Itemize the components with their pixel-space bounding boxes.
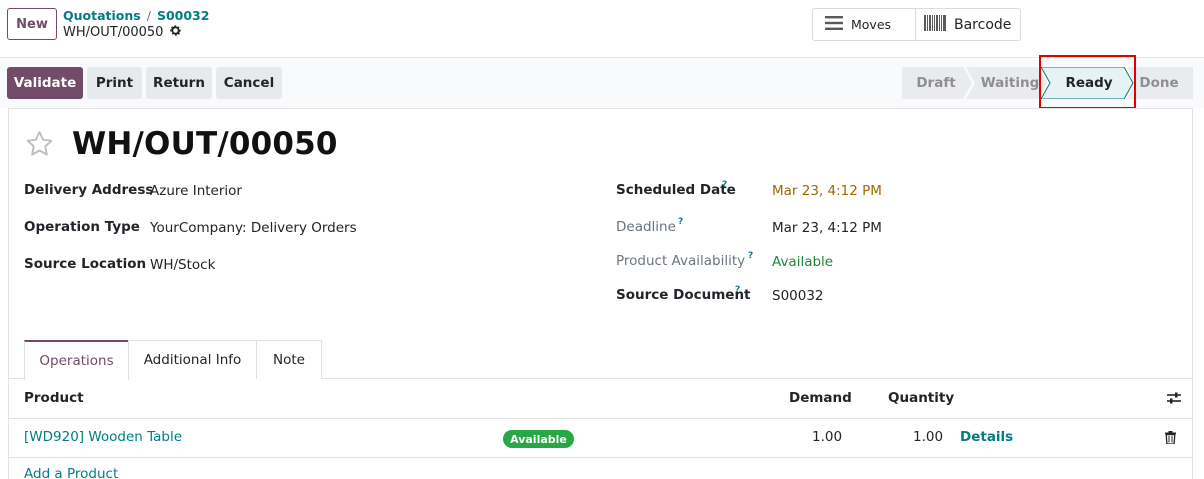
return-button[interactable]: Return	[146, 67, 212, 99]
star-icon[interactable]	[24, 129, 55, 163]
breadcrumb: Quotations / S00032	[63, 8, 209, 23]
tab-note[interactable]: Note	[256, 340, 322, 379]
add-product-link[interactable]: Add a Product	[24, 466, 118, 479]
hamburger-icon	[825, 16, 843, 33]
source-location-field[interactable]: WH/Stock	[150, 257, 215, 273]
tab-operations[interactable]: Operations	[24, 340, 129, 380]
column-product[interactable]: Product	[24, 390, 84, 406]
breadcrumb-separator: /	[146, 8, 151, 23]
source-document-field[interactable]: S00032	[772, 288, 824, 304]
trash-icon[interactable]	[1165, 431, 1176, 448]
operation-type-label: Operation Type	[24, 219, 140, 235]
scheduled-date-label: Scheduled Date	[616, 182, 736, 198]
breadcrumb-sale-order[interactable]: S00032	[157, 8, 210, 23]
status-badge: Available	[503, 430, 574, 448]
record-title: WH/OUT/00050	[72, 126, 338, 162]
deadline-tooltip[interactable]: ?	[678, 217, 683, 227]
moves-label: Moves	[851, 17, 892, 32]
scheduled-date-field[interactable]: Mar 23, 4:12 PM	[772, 183, 882, 199]
stage-waiting[interactable]: Waiting	[975, 67, 1045, 99]
tab-additional-info[interactable]: Additional Info	[128, 340, 257, 379]
product-availability-label: Product Availability	[616, 253, 746, 269]
delivery-address-label: Delivery Address	[24, 182, 154, 198]
delivery-address-field[interactable]: Azure Interior	[150, 183, 242, 199]
print-button[interactable]: Print	[87, 67, 142, 99]
barcode-icon	[924, 14, 946, 35]
quantity-cell[interactable]: 1.00	[913, 429, 943, 445]
optional-columns-icon[interactable]	[1166, 391, 1182, 409]
form-sheet	[8, 108, 1193, 479]
cancel-button[interactable]: Cancel	[216, 67, 282, 99]
scheduled-date-tooltip[interactable]: ?	[722, 180, 727, 190]
stage-draft[interactable]: Draft	[906, 67, 966, 99]
control-panel: New Quotations / S00032 WH/OUT/00050 Mov…	[0, 0, 1204, 58]
gear-icon[interactable]	[169, 24, 182, 41]
moves-smart-button[interactable]: Moves	[812, 8, 916, 41]
deadline-field[interactable]: Mar 23, 4:12 PM	[772, 220, 882, 236]
deadline-label: Deadline	[616, 219, 676, 235]
column-quantity[interactable]: Quantity	[888, 390, 954, 406]
table-row-divider	[8, 457, 1193, 458]
source-document-tooltip[interactable]: ?	[735, 285, 740, 295]
product-availability-value: Available	[772, 254, 834, 270]
product-cell[interactable]: [WD920] Wooden Table	[24, 429, 182, 445]
demand-cell[interactable]: 1.00	[812, 429, 842, 445]
validate-button[interactable]: Validate	[7, 67, 83, 99]
source-location-label: Source Location	[24, 256, 147, 272]
ready-highlight-box	[1039, 55, 1136, 109]
breadcrumb-current: WH/OUT/00050	[63, 24, 182, 41]
breadcrumb-quotations[interactable]: Quotations	[63, 8, 141, 23]
operation-type-field[interactable]: YourCompany: Delivery Orders	[150, 220, 357, 236]
details-button[interactable]: Details	[960, 429, 1013, 445]
breadcrumb-record: WH/OUT/00050	[63, 25, 164, 40]
column-demand[interactable]: Demand	[789, 390, 852, 406]
product-availability-tooltip[interactable]: ?	[748, 251, 753, 261]
barcode-label: Barcode	[954, 16, 1012, 33]
stage-done[interactable]: Done	[1134, 67, 1184, 99]
barcode-smart-button[interactable]: Barcode	[915, 8, 1021, 41]
table-header-divider	[8, 418, 1193, 419]
new-button[interactable]: New	[7, 8, 57, 40]
source-document-label: Source Document	[616, 287, 751, 303]
